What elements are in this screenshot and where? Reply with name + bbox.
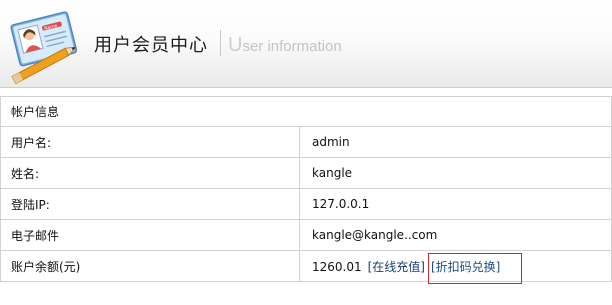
page-subtitle: User information xyxy=(228,34,342,57)
page-title: 用户会员中心 xyxy=(94,35,208,56)
email-label: 电子邮件 xyxy=(0,219,300,251)
email-value: kangle@kangle..com xyxy=(299,219,612,251)
table-row-login-ip: 登陆IP: 127.0.0.1 xyxy=(0,188,612,220)
page-subtitle-initial: U xyxy=(228,34,243,56)
username-value: admin xyxy=(299,126,612,158)
table-row-email: 电子邮件 kangle@kangle..com xyxy=(0,219,612,251)
name-value: kangle xyxy=(299,157,612,189)
name-label: 姓名: xyxy=(0,157,300,189)
table-caption: 帐户信息 xyxy=(0,96,612,127)
page-header: Name 用户会员中心 User information xyxy=(0,0,612,88)
login-ip-value: 127.0.0.1 xyxy=(299,188,612,220)
page-subtitle-rest: ser information xyxy=(242,38,342,55)
balance-value: 1260.01 xyxy=(312,259,362,274)
table-row-name: 姓名: kangle xyxy=(0,157,612,189)
online-recharge-link[interactable]: [在线充值] xyxy=(368,260,425,274)
table-row-username: 用户名: admin xyxy=(0,126,612,158)
balance-label: 账户余额(元) xyxy=(0,250,300,282)
coupon-link-highlight xyxy=(428,253,522,284)
member-card-icon: Name xyxy=(10,11,78,84)
title-divider xyxy=(220,30,221,56)
table-caption-row: 帐户信息 xyxy=(0,96,612,127)
username-label: 用户名: xyxy=(0,126,300,158)
login-ip-label: 登陆IP: xyxy=(0,188,300,220)
